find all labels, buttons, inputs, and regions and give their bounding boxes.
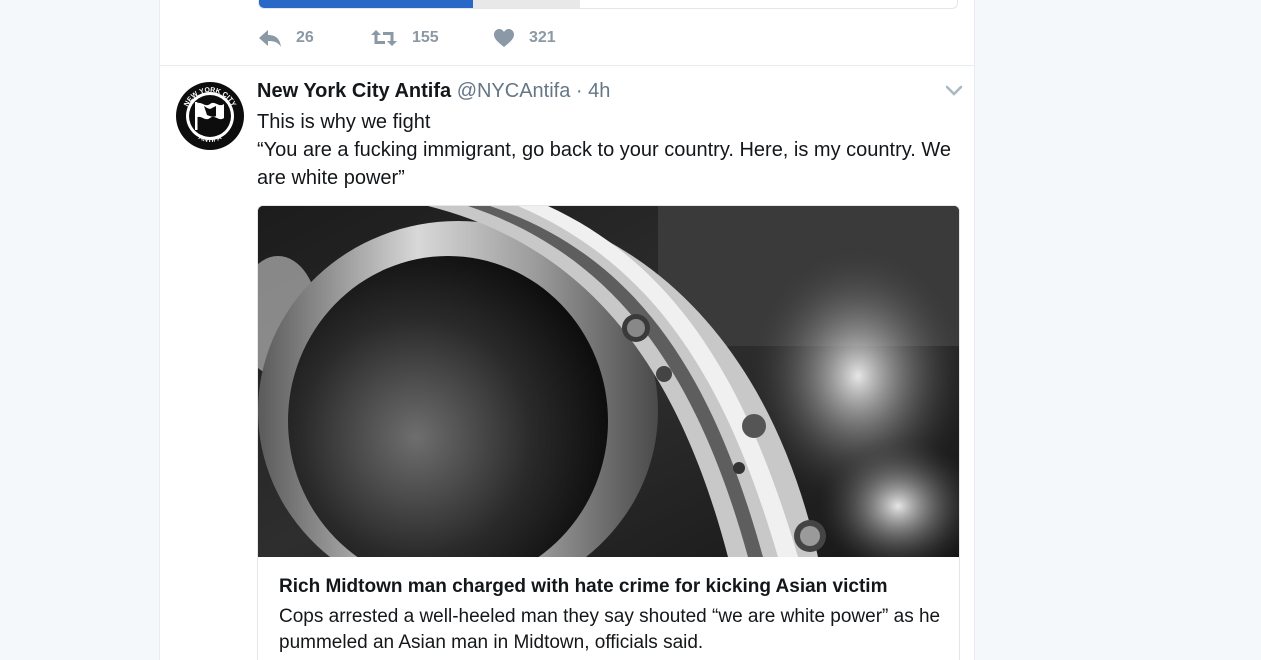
handcuffs-photo (258, 206, 959, 601)
timestamp[interactable]: 4h (588, 80, 610, 102)
poll-progress-bar (259, 0, 473, 8)
like-button[interactable]: 321 (493, 28, 613, 48)
time-separator: · (575, 80, 583, 102)
heart-icon (494, 29, 514, 47)
card-image (258, 206, 959, 601)
reply-button[interactable]: 26 (258, 28, 370, 48)
retweet-button[interactable]: 155 (370, 28, 493, 48)
handle[interactable]: @NYCAntifa (457, 80, 571, 102)
tweet-divider (160, 65, 974, 66)
chevron-down-icon (945, 85, 963, 96)
reply-icon (259, 30, 281, 47)
tweet-text-line: This is why we fight (257, 111, 431, 133)
card-title: Rich Midtown man charged with hate crime… (279, 576, 888, 597)
page-background (0, 0, 159, 660)
retweet-icon (371, 30, 397, 46)
antifa-flag-logo-icon: NEW YORK CITY ANTIFA (177, 83, 243, 149)
previous-tweet-card[interactable] (258, 0, 958, 9)
like-count: 321 (529, 29, 556, 46)
retweet-count: 155 (412, 29, 439, 46)
previous-tweet-actions: 26 155 321 (258, 26, 613, 50)
avatar[interactable]: NEW YORK CITY ANTIFA (176, 82, 244, 150)
poll-progress-bar-secondary (473, 0, 580, 8)
tweet-menu-button[interactable] (944, 84, 964, 98)
reply-count: 26 (296, 29, 314, 46)
tweet-text: This is why we fight “You are a fucking … (257, 108, 957, 192)
display-name[interactable]: New York City Antifa (257, 80, 451, 102)
tweet-text-quote: “You are a fucking immigrant, go back to… (257, 139, 951, 189)
tweet-header: New York City Antifa @NYCAntifa · 4h (257, 80, 610, 103)
link-card[interactable]: Rich Midtown man charged with hate crime… (257, 205, 960, 660)
card-description: Cops arrested a well-heeled man they say… (279, 606, 941, 653)
timeline: 26 155 321 NEW YORK CITY ANTIFA New York… (159, 0, 975, 660)
